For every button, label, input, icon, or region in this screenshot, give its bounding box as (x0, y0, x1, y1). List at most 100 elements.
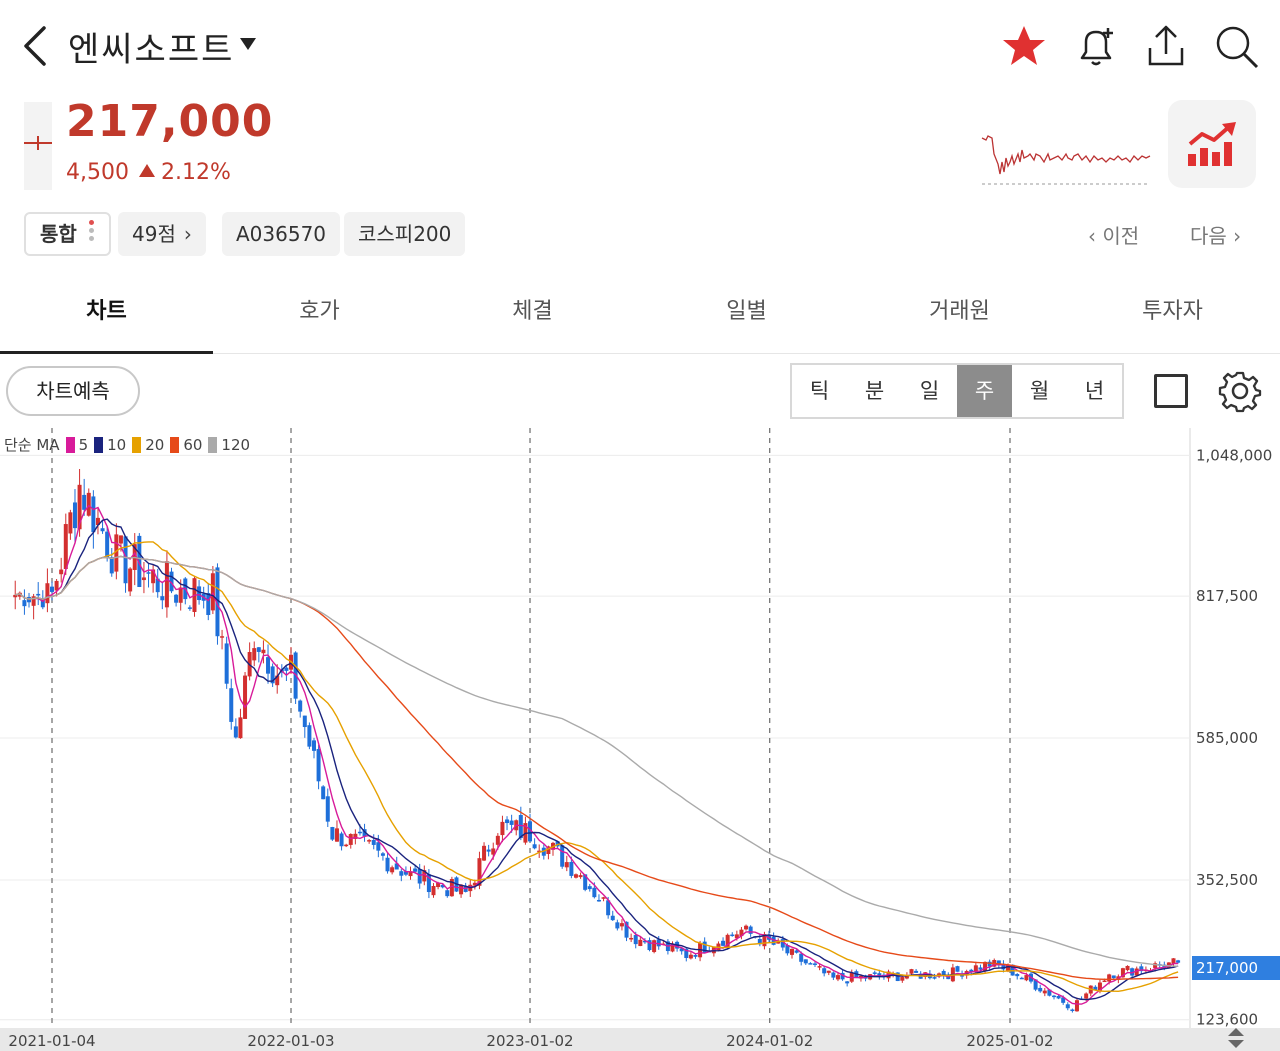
candle-body (518, 815, 523, 839)
candle-body (564, 862, 569, 868)
period-day[interactable]: 일 (902, 365, 957, 417)
candle-body (197, 586, 202, 601)
candle-body (748, 926, 753, 934)
tab-trades[interactable]: 체결 (426, 276, 639, 354)
candle-body (339, 833, 344, 847)
ma-line-10 (15, 518, 1179, 1001)
candle-body (610, 915, 615, 921)
candle-body (831, 972, 836, 978)
candle-body (1051, 995, 1056, 998)
price-change: 4,500 2.12% (66, 160, 231, 185)
mini-sparkline-chart[interactable] (978, 126, 1154, 190)
fullscreen-square-icon[interactable] (1154, 374, 1188, 408)
tab-chart[interactable]: 차트 (0, 276, 213, 354)
gear-icon[interactable] (1218, 369, 1262, 413)
period-minute[interactable]: 분 (847, 365, 902, 417)
prev-stock-button[interactable]: ‹ 이전 (1088, 220, 1139, 249)
current-price-tag: 217,000 (1192, 956, 1280, 980)
back-icon[interactable] (14, 20, 58, 72)
candle-body (376, 842, 381, 851)
ma5-label: 5 (78, 435, 89, 454)
candle-body (532, 844, 537, 849)
candle-body (560, 845, 565, 867)
ma-line-5 (15, 504, 1179, 1005)
candle-body (808, 963, 813, 965)
intraday-tick-indicator (24, 102, 52, 190)
candle-body (817, 966, 822, 968)
candle-body (615, 922, 620, 929)
candle-body (587, 886, 592, 890)
tab-orderbook[interactable]: 호가 (213, 276, 426, 354)
market-label: 통합 (40, 222, 77, 246)
candlestick-chart[interactable]: 1,048,000817,500585,000352,500123,600202… (0, 428, 1280, 1051)
candle-body (206, 593, 211, 615)
stock-name[interactable]: 엔씨소프트 (68, 22, 234, 71)
price-chart-area[interactable]: 1,048,000 817,500 585,000 352,500 123,600 202… (0, 428, 1280, 1051)
candle-body (50, 586, 54, 592)
candle-body (261, 649, 266, 654)
candle-body (146, 572, 151, 574)
candle-body (229, 688, 234, 722)
candle-body (1084, 993, 1089, 999)
candle-body (790, 948, 795, 955)
candle-body (578, 875, 583, 878)
ma-legend: 단순 MA 5 10 20 60 120 (4, 434, 250, 455)
candle-body (973, 965, 978, 972)
ma-line-120 (15, 555, 1179, 967)
share-icon[interactable] (1142, 22, 1190, 70)
candle-body (1042, 990, 1047, 994)
stock-code-chip: A036570 (222, 212, 341, 256)
candle-body (311, 740, 316, 751)
period-month[interactable]: 월 (1012, 365, 1067, 417)
candle-body (656, 939, 661, 947)
candle-body (22, 600, 27, 607)
tab-daily[interactable]: 일별 (640, 276, 853, 354)
x-tick-label: 2023-01-02 (486, 1032, 573, 1050)
chart-predict-button[interactable]: 차트예측 (6, 366, 140, 416)
candle-body (592, 887, 597, 898)
star-icon[interactable] (1000, 22, 1048, 70)
candle-body (100, 528, 105, 532)
ma120-label: 120 (221, 435, 251, 454)
chart-type-button[interactable] (1168, 100, 1256, 188)
candle-body (82, 494, 87, 510)
candle-body (633, 935, 638, 945)
candle-body (45, 583, 50, 604)
legend-prefix: 단순 MA (4, 436, 60, 454)
candle-body (1107, 974, 1112, 982)
candle-body (730, 934, 735, 937)
candle-body (1176, 960, 1181, 963)
candle-body (233, 726, 238, 738)
stock-dropdown-caret-icon[interactable] (240, 38, 256, 50)
candle-body (693, 955, 698, 957)
period-tick[interactable]: 틱 (792, 365, 847, 417)
period-year[interactable]: 년 (1067, 365, 1122, 417)
candle-body (803, 959, 808, 964)
search-icon[interactable] (1212, 22, 1260, 70)
x-tick-label: 2021-01-04 (8, 1032, 95, 1050)
period-selector: 틱 분 일 주 월 년 (790, 363, 1124, 419)
candle-body (266, 657, 271, 674)
candle-body (845, 981, 850, 984)
tab-investors[interactable]: 투자자 (1066, 276, 1279, 354)
candle-body (1065, 1004, 1070, 1009)
candle-body (955, 966, 960, 972)
candle-body (385, 857, 390, 872)
candle-body (307, 725, 312, 747)
score-chip[interactable]: 49점 › (118, 212, 206, 256)
market-chip[interactable]: 통합 (24, 212, 111, 256)
tab-brokers[interactable]: 거래원 (853, 276, 1066, 354)
next-stock-button[interactable]: 다음 › (1190, 220, 1241, 249)
period-week[interactable]: 주 (957, 365, 1012, 417)
candle-body (256, 647, 261, 652)
header: 엔씨소프트 (0, 0, 1280, 92)
ma60-label: 60 (183, 435, 203, 454)
up-triangle-icon (138, 164, 155, 177)
candle-body (174, 594, 179, 603)
y-tick-label: 1,048,000 (1196, 446, 1272, 464)
candle-body (872, 972, 877, 974)
index-chip[interactable]: 코스피200 (344, 212, 466, 256)
bell-plus-icon[interactable] (1072, 22, 1120, 70)
candle-body (252, 648, 257, 661)
rising-chart-icon (1188, 122, 1236, 166)
